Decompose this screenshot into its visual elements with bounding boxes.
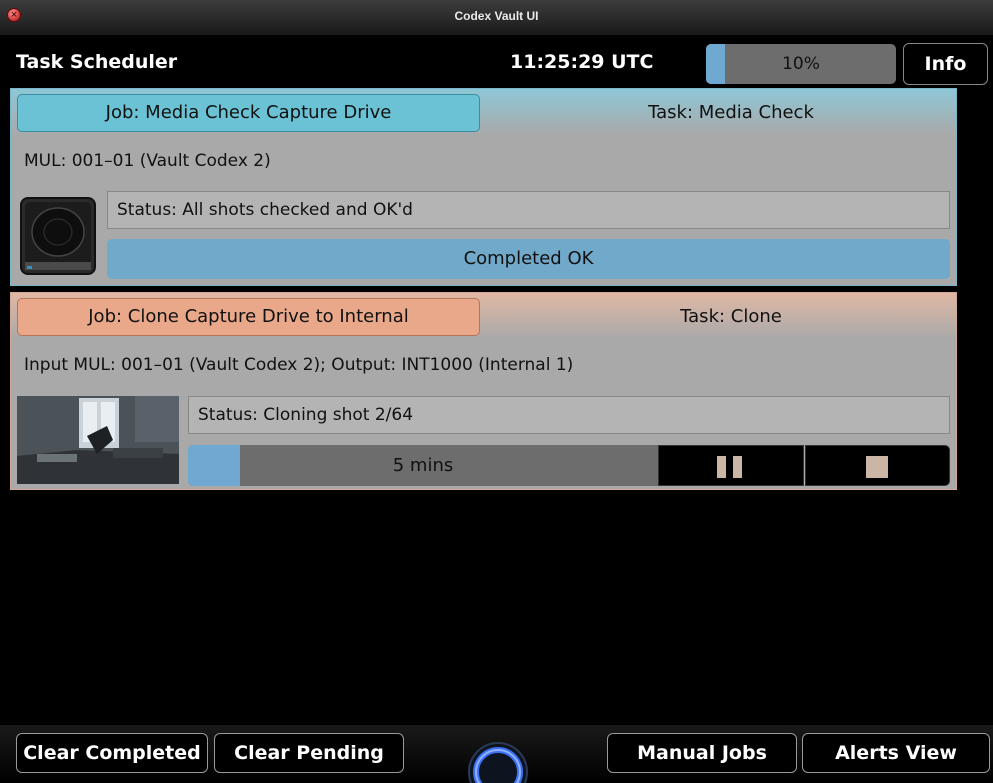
status-text: Status: Cloning shot 2/64 xyxy=(188,396,950,434)
drive-icon xyxy=(20,197,96,275)
job-card-media-check: Job: Media Check Capture Drive Task: Med… xyxy=(10,88,957,286)
task-label: Task: Media Check xyxy=(648,102,814,123)
stop-button[interactable] xyxy=(805,445,950,486)
time-remaining: 5 mins xyxy=(392,455,454,476)
mul-info: MUL: 001–01 (Vault Codex 2) xyxy=(24,151,271,171)
stop-icon xyxy=(866,456,888,478)
page-title: Task Scheduler xyxy=(16,51,178,73)
header-bar: Task Scheduler 11:25:29 UTC 10% Info xyxy=(0,36,993,88)
job-button[interactable]: Job: Media Check Capture Drive xyxy=(17,94,480,132)
window-titlebar: × Codex Vault UI xyxy=(0,0,993,36)
clear-pending-button[interactable]: Clear Pending xyxy=(214,733,404,773)
info-button[interactable]: Info xyxy=(903,43,988,85)
alerts-view-button[interactable]: Alerts View xyxy=(802,733,990,773)
overall-progress-label: 10% xyxy=(782,54,820,74)
pause-icon xyxy=(733,456,742,478)
job-card-clone: Job: Clone Capture Drive to Internal Tas… xyxy=(10,292,957,490)
footer-bar: Clear Completed Clear Pending Manual Job… xyxy=(0,725,993,783)
job-button[interactable]: Job: Clone Capture Drive to Internal xyxy=(17,298,480,336)
window-title: Codex Vault UI xyxy=(454,9,539,23)
overall-progress-bar: 10% xyxy=(706,44,896,84)
pause-button[interactable] xyxy=(658,445,804,486)
shot-thumbnail xyxy=(17,396,179,484)
clock: 11:25:29 UTC xyxy=(510,51,654,73)
task-label: Task: Clone xyxy=(680,306,782,327)
completed-status-bar: Completed OK xyxy=(107,239,950,279)
activity-ring-icon[interactable] xyxy=(466,740,530,783)
mul-info: Input MUL: 001–01 (Vault Codex 2); Outpu… xyxy=(24,355,574,375)
manual-jobs-button[interactable]: Manual Jobs xyxy=(607,733,797,773)
job-progress-bar: 5 mins xyxy=(188,445,658,486)
pause-icon xyxy=(717,456,726,478)
status-text: Status: All shots checked and OK'd xyxy=(107,191,950,229)
clear-completed-button[interactable]: Clear Completed xyxy=(16,733,208,773)
